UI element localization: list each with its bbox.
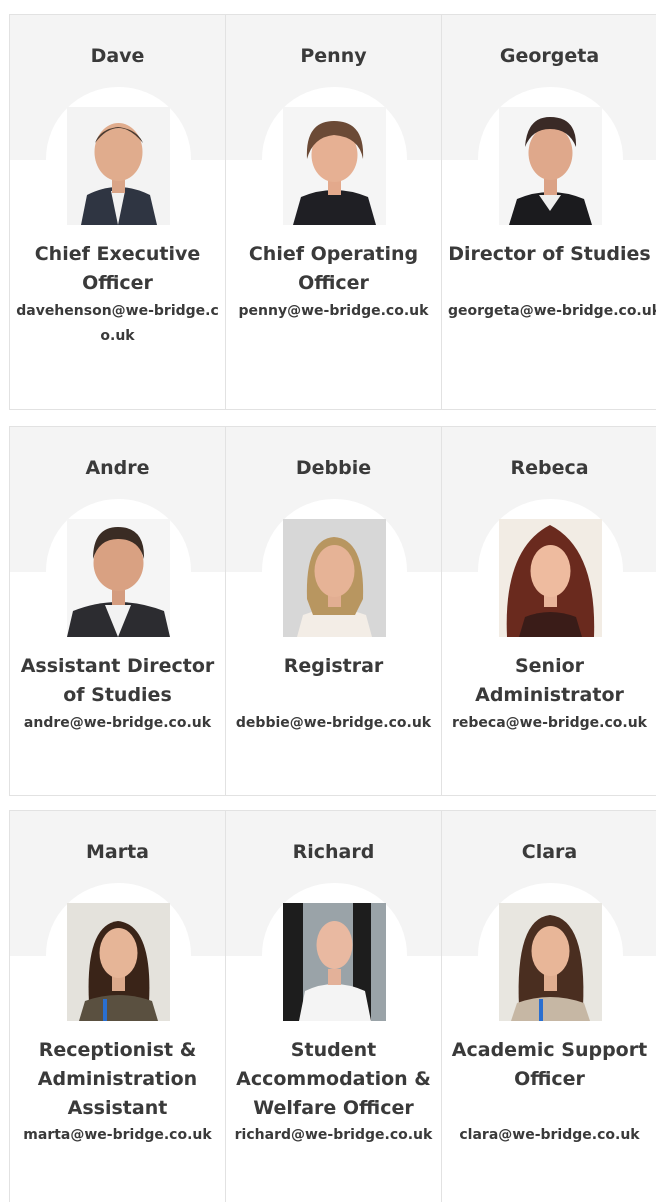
member-photo: [283, 903, 386, 1021]
member-photo: [499, 903, 602, 1021]
team-card-richard: Richard Student Accommodation & Welfare …: [225, 810, 442, 1202]
member-email[interactable]: debbie@we-bridge.co.uk: [232, 711, 435, 736]
member-name: Andre: [85, 457, 150, 479]
member-title: Assistant Director of Studies: [20, 655, 215, 706]
member-photo: [67, 107, 170, 225]
member-name: Penny: [300, 45, 367, 67]
member-title: Academic Support Officer: [451, 1039, 648, 1090]
member-title: Receptionist & Administration Assistant: [37, 1039, 198, 1119]
member-email[interactable]: marta@we-bridge.co.uk: [16, 1123, 219, 1148]
team-card-georgeta: Georgeta Director of Studies georgeta@we…: [441, 14, 656, 410]
member-email[interactable]: richard@we-bridge.co.uk: [232, 1123, 435, 1148]
member-email[interactable]: andre@we-bridge.co.uk: [16, 711, 219, 736]
team-row: Marta Receptionist & Administration Assi…: [9, 810, 656, 1202]
member-title: Chief Operating Officer: [248, 243, 419, 294]
team-card-rebeca: Rebeca Senior Administrator rebeca@we-br…: [441, 426, 656, 796]
member-email[interactable]: georgeta@we-bridge.co.uk: [448, 299, 656, 324]
team-card-debbie: Debbie Registrar debbie@we-bridge.co.uk: [225, 426, 442, 796]
member-email[interactable]: davehenson@we-bridge.co.uk: [16, 299, 219, 349]
member-email[interactable]: rebeca@we-bridge.co.uk: [448, 711, 651, 736]
member-name: Georgeta: [499, 45, 600, 67]
team-card-clara: Clara Academic Support Officer clara@we-…: [441, 810, 656, 1202]
portrait-image: [67, 903, 170, 1021]
team-row: Dave Chief Executive Officer davehenson@…: [9, 14, 656, 410]
member-title: Chief Executive Officer: [34, 243, 201, 294]
member-photo: [283, 107, 386, 225]
portrait-image: [499, 519, 602, 637]
team-card-dave: Dave Chief Executive Officer davehenson@…: [9, 14, 226, 410]
portrait-image: [499, 903, 602, 1021]
member-email[interactable]: penny@we-bridge.co.uk: [232, 299, 435, 324]
team-row: Andre Assistant Director of Studies andr…: [9, 426, 656, 796]
member-name: Richard: [292, 841, 375, 863]
portrait-image: [283, 519, 386, 637]
member-name: Rebeca: [510, 457, 589, 479]
member-photo: [499, 107, 602, 225]
team-card-penny: Penny Chief Operating Officer penny@we-b…: [225, 14, 442, 410]
portrait-image: [283, 903, 386, 1021]
member-name: Dave: [90, 45, 145, 67]
member-title: Director of Studies: [448, 243, 651, 265]
team-card-andre: Andre Assistant Director of Studies andr…: [9, 426, 226, 796]
member-email[interactable]: clara@we-bridge.co.uk: [448, 1123, 651, 1148]
member-name: Debbie: [295, 457, 372, 479]
team-page: Dave Chief Executive Officer davehenson@…: [0, 0, 656, 1202]
portrait-image: [283, 107, 386, 225]
member-photo: [499, 519, 602, 637]
member-title: Registrar: [283, 655, 384, 677]
member-photo: [283, 519, 386, 637]
member-name: Marta: [85, 841, 149, 863]
portrait-image: [499, 107, 602, 225]
member-title: Senior Administrator: [475, 655, 624, 706]
portrait-image: [67, 519, 170, 637]
portrait-image: [67, 107, 170, 225]
team-card-marta: Marta Receptionist & Administration Assi…: [9, 810, 226, 1202]
member-photo: [67, 903, 170, 1021]
member-photo: [67, 519, 170, 637]
member-title: Student Accommodation & Welfare Officer: [236, 1039, 431, 1119]
member-name: Clara: [521, 841, 578, 863]
